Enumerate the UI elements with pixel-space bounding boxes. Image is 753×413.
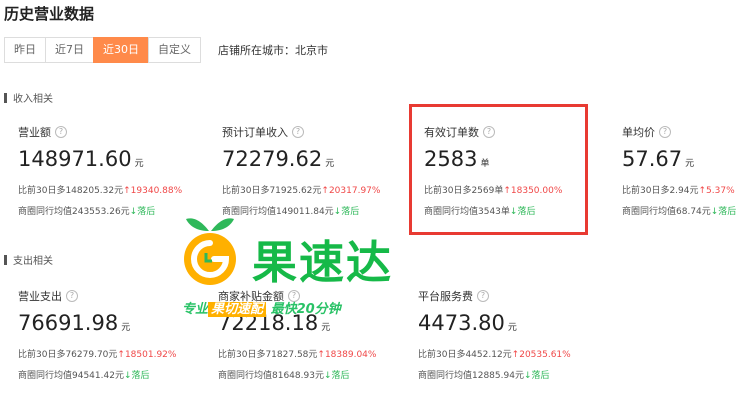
peer-trend: ↓落后 xyxy=(523,371,550,381)
metric-label: 预计订单收入 xyxy=(222,126,288,139)
metric-label: 单均价 xyxy=(622,126,655,139)
metric-comparison: 比前30日多71925.62元↑20317.97% xyxy=(222,183,380,196)
store-city: 店铺所在城市：北京市 xyxy=(218,44,328,57)
help-icon[interactable]: ? xyxy=(55,126,67,138)
metric-value: 4473.80 xyxy=(418,311,505,335)
metric-unit: 元 xyxy=(121,323,131,333)
metric-comparison: 比前30日多4452.12元↑20535.61% xyxy=(418,347,571,360)
highlight-box xyxy=(409,104,588,235)
expense-section-header: 支出相关 xyxy=(4,252,53,267)
metric-unit: 元 xyxy=(321,323,331,333)
metric-avg-order-price: 单均价? xyxy=(622,124,671,140)
comparison-text: 比前30日多76279.70元 xyxy=(18,350,118,360)
metric-label: 平台服务费 xyxy=(418,290,473,303)
metric-unit: 元 xyxy=(507,323,517,333)
metric-revenue-value-row: 148971.60 元 xyxy=(18,147,144,171)
metric-unit: 元 xyxy=(325,159,335,169)
peer-trend: ↓落后 xyxy=(323,371,350,381)
peer-average-text: 商圈同行均值12885.94元 xyxy=(418,371,524,381)
metric-comparison: 比前30日多148205.32元↑19340.88% xyxy=(18,183,182,196)
metric-operating-expense: 营业支出? xyxy=(18,288,78,304)
metric-value: 57.67 xyxy=(622,147,683,171)
income-section-header: 收入相关 xyxy=(4,90,53,105)
help-icon[interactable]: ? xyxy=(66,290,78,302)
slogan-suffix: 最快20分钟 xyxy=(270,302,341,317)
tab-last-30-days[interactable]: 近30日 xyxy=(93,37,149,63)
metric-comparison: 比前30日多2.94元↑5.37% xyxy=(622,183,735,196)
metric-peer-average: 商圈同行均值68.74元↓落后 xyxy=(622,204,736,217)
page-title: 历史营业数据 xyxy=(4,5,95,23)
tab-custom[interactable]: 自定义 xyxy=(148,37,201,63)
peer-average-text: 商圈同行均值81648.93元 xyxy=(218,371,324,381)
peer-average-text: 商圈同行均值68.74元 xyxy=(622,207,711,217)
help-icon[interactable]: ? xyxy=(292,126,304,138)
section-marker xyxy=(4,92,7,103)
comparison-percent: ↑5.37% xyxy=(698,186,735,196)
metric-comparison: 比前30日多71827.58元↑18389.04% xyxy=(218,347,376,360)
metric-peer-average: 商圈同行均值12885.94元↓落后 xyxy=(418,368,550,381)
comparison-text: 比前30日多71827.58元 xyxy=(218,350,318,360)
metric-value: 148971.60 xyxy=(18,147,132,171)
metric-peer-average: 商圈同行均值149011.84元↓落后 xyxy=(222,204,359,217)
metric-revenue: 营业额? xyxy=(18,124,67,140)
slogan-highlight: 果切速配 xyxy=(208,302,267,317)
metric-comparison: 比前30日多76279.70元↑18501.92% xyxy=(18,347,176,360)
peer-trend: ↓落后 xyxy=(129,207,156,217)
comparison-percent: ↑18389.04% xyxy=(317,350,377,360)
metric-platform-fee: 平台服务费? xyxy=(418,288,489,304)
metric-operating-expense-value-row: 76691.98 元 xyxy=(18,311,130,335)
comparison-text: 比前30日多71925.62元 xyxy=(222,186,322,196)
section-marker xyxy=(4,254,7,265)
comparison-text: 比前30日多2.94元 xyxy=(622,186,699,196)
help-icon[interactable]: ? xyxy=(477,290,489,302)
comparison-text: 比前30日多148205.32元 xyxy=(18,186,124,196)
metric-peer-average: 商圈同行均值94541.42元↓落后 xyxy=(18,368,150,381)
metric-label: 营业支出 xyxy=(18,290,62,303)
help-icon[interactable]: ? xyxy=(659,126,671,138)
slogan-prefix: 专业 xyxy=(182,302,209,317)
metric-avg-order-price-value-row: 57.67 元 xyxy=(622,147,694,171)
brand-logo-icon xyxy=(184,218,236,285)
comparison-percent: ↑20317.97% xyxy=(321,186,381,196)
income-section-label: 收入相关 xyxy=(13,94,53,105)
peer-trend: ↓落后 xyxy=(123,371,150,381)
tab-yesterday[interactable]: 昨日 xyxy=(4,37,46,63)
metric-expected-order-income-value-row: 72279.62 元 xyxy=(222,147,334,171)
comparison-percent: ↑18501.92% xyxy=(117,350,177,360)
peer-average-text: 商圈同行均值94541.42元 xyxy=(18,371,124,381)
comparison-text: 比前30日多4452.12元 xyxy=(418,350,512,360)
metric-platform-fee-value-row: 4473.80 元 xyxy=(418,311,517,335)
metric-peer-average: 商圈同行均值81648.93元↓落后 xyxy=(218,368,350,381)
watermark-slogan: 专业 果切速配 最快20分钟 xyxy=(182,300,341,320)
metric-expected-order-income: 预计订单收入? xyxy=(222,124,304,140)
metric-unit: 元 xyxy=(134,159,144,169)
metric-value: 76691.98 xyxy=(18,311,119,335)
metric-peer-average: 商圈同行均值243553.26元↓落后 xyxy=(18,204,155,217)
tab-last-7-days[interactable]: 近7日 xyxy=(45,37,94,63)
comparison-percent: ↑19340.88% xyxy=(123,186,183,196)
metric-label: 营业额 xyxy=(18,126,51,139)
watermark-brand: 果速达 xyxy=(252,236,394,289)
peer-trend: ↓落后 xyxy=(333,207,360,217)
expense-section-label: 支出相关 xyxy=(13,256,53,267)
peer-trend: ↓落后 xyxy=(710,207,737,217)
date-range-tabs: 昨日 近7日 近30日 自定义 xyxy=(4,37,201,63)
metric-value: 72279.62 xyxy=(222,147,323,171)
peer-average-text: 商圈同行均值243553.26元 xyxy=(18,207,130,217)
metric-unit: 元 xyxy=(685,159,695,169)
comparison-percent: ↑20535.61% xyxy=(511,350,571,360)
